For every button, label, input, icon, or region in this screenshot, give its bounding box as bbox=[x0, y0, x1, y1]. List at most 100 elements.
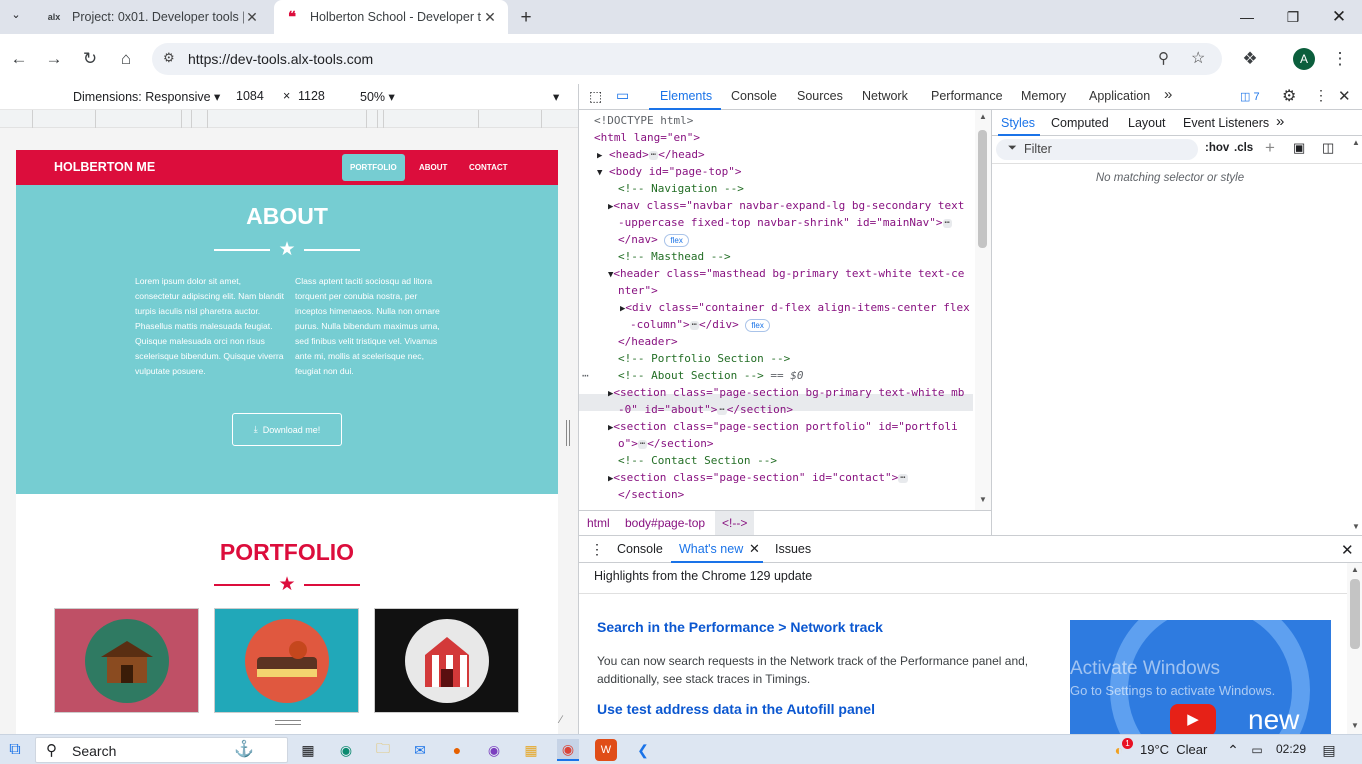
whats-new-video-thumbnail[interactable]: Activate Windows Go to Settings to activ… bbox=[1070, 620, 1331, 735]
drawer-tab-console[interactable]: Console bbox=[617, 542, 663, 556]
width-input[interactable]: 1084 bbox=[236, 89, 264, 103]
whats-new-heading-search[interactable]: Search in the Performance > Network trac… bbox=[597, 619, 883, 635]
edge-icon[interactable]: ◉ bbox=[335, 739, 357, 761]
flex-badge[interactable]: flex bbox=[664, 233, 689, 247]
device-toggle-icon[interactable]: ▭ bbox=[616, 87, 629, 104]
flex-badge[interactable]: flex bbox=[745, 318, 770, 332]
close-window-icon[interactable]: ✕ bbox=[1316, 0, 1362, 34]
portfolio-item-cake[interactable] bbox=[214, 608, 359, 713]
site-info-icon[interactable]: ⚙ bbox=[163, 50, 175, 66]
dom-comment-selected[interactable]: <!-- About Section --> == $0 bbox=[618, 368, 803, 385]
zoom-dropdown[interactable]: 50% ▾ bbox=[360, 89, 395, 104]
dom-comment[interactable]: <!-- Contact Section --> bbox=[618, 453, 777, 470]
drawer-menu-icon[interactable]: ⋮ bbox=[590, 541, 604, 558]
tab-elements[interactable]: Elements bbox=[660, 89, 712, 103]
breadcrumb-body[interactable]: body#page-top bbox=[625, 516, 705, 530]
close-drawer-icon[interactable]: ✕ bbox=[1341, 541, 1354, 559]
browser-tab-holberton[interactable]: ❝ Holberton School - Developer t ✕ bbox=[274, 0, 508, 34]
cls-toggle[interactable]: .cls bbox=[1234, 142, 1253, 154]
whats-new-heading-autofill[interactable]: Use test address data in the Autofill pa… bbox=[597, 701, 875, 717]
filter-input[interactable]: ⏷ Filter bbox=[996, 139, 1198, 160]
tab-memory[interactable]: Memory bbox=[1021, 89, 1066, 103]
taskbar-search[interactable]: ⚲ Search ⚓ bbox=[35, 737, 288, 763]
hov-toggle[interactable]: :hov bbox=[1205, 142, 1229, 154]
page-brand[interactable]: HOLBERTON ME bbox=[54, 160, 155, 174]
restore-icon[interactable]: ❐ bbox=[1270, 0, 1316, 34]
task-view-icon[interactable]: ▦ bbox=[297, 739, 319, 761]
expand-arrow-icon[interactable]: ▶ bbox=[597, 151, 602, 161]
settings-gear-icon[interactable]: ⚙ bbox=[1282, 86, 1296, 106]
resize-corner-icon[interactable]: ∕ bbox=[560, 714, 562, 726]
store-icon[interactable]: ▦ bbox=[520, 739, 542, 761]
new-rule-icon[interactable]: + bbox=[1265, 138, 1275, 158]
tab-styles[interactable]: Styles bbox=[1001, 116, 1035, 130]
close-devtools-icon[interactable]: ✕ bbox=[1338, 87, 1351, 105]
tab-network[interactable]: Network bbox=[862, 89, 908, 103]
dom-node[interactable]: ▶<section class="page-section portfolio"… bbox=[608, 419, 958, 437]
elements-scrollbar[interactable]: ▲ ▼ bbox=[975, 110, 991, 510]
portfolio-item-circus[interactable] bbox=[374, 608, 519, 713]
app-icon[interactable]: ◉ bbox=[483, 739, 505, 761]
bookmark-star-icon[interactable]: ☆ bbox=[1191, 48, 1205, 68]
start-windows-icon[interactable]: ⧉ bbox=[4, 739, 26, 761]
styles-scrollbar[interactable]: ▲ ▼ bbox=[1348, 136, 1362, 535]
media-query-ruler[interactable] bbox=[0, 110, 578, 128]
vscode-icon[interactable]: ❮ bbox=[632, 739, 654, 761]
network-icon[interactable]: ▭ bbox=[1246, 739, 1268, 761]
reload-icon[interactable]: ↻ bbox=[77, 46, 103, 72]
clock[interactable]: 02:29 bbox=[1276, 742, 1306, 756]
dom-node[interactable]: ▶ <head> ⋯ </head> bbox=[597, 147, 705, 165]
device-options-icon[interactable]: ▾ bbox=[553, 89, 559, 104]
devtools-menu-icon[interactable]: ⋮ bbox=[1314, 87, 1328, 104]
dom-node[interactable]: ▶<div class="container d-flex align-item… bbox=[620, 300, 970, 318]
portfolio-item-cabin[interactable] bbox=[54, 608, 199, 713]
tab-console[interactable]: Console bbox=[731, 89, 777, 103]
tab-event-listeners[interactable]: Event Listeners bbox=[1183, 116, 1269, 130]
paint-icon[interactable]: ▣ bbox=[1293, 140, 1305, 156]
dom-node[interactable]: ▶<section class="page-section bg-primary… bbox=[608, 385, 964, 403]
address-bar[interactable]: ⚙ https://dev-tools.alx-tools.com ⚲ ☆ bbox=[152, 43, 1222, 75]
breadcrumb-comment[interactable]: <!--> bbox=[715, 511, 755, 535]
brave-icon[interactable]: W bbox=[595, 739, 617, 761]
nav-link-portfolio[interactable]: PORTFOLIO bbox=[342, 154, 405, 181]
tab-performance[interactable]: Performance bbox=[931, 89, 1003, 103]
resize-handle-bottom[interactable] bbox=[275, 720, 301, 725]
dom-node[interactable]: <!DOCTYPE html> bbox=[594, 113, 693, 130]
drawer-tab-issues[interactable]: Issues bbox=[775, 542, 811, 556]
row-menu-icon[interactable]: ⋯ bbox=[582, 368, 589, 385]
close-whats-new-icon[interactable]: ✕ bbox=[749, 541, 760, 557]
nav-link-contact[interactable]: CONTACT bbox=[469, 163, 508, 172]
dom-node[interactable]: ▶<nav class="navbar navbar-expand-lg bg-… bbox=[608, 198, 964, 216]
new-tab-button[interactable]: + bbox=[516, 7, 536, 29]
inspect-element-icon[interactable]: ⬚ bbox=[589, 88, 602, 105]
tab-search-button[interactable]: ⌄ bbox=[6, 8, 26, 26]
close-tab-icon[interactable]: ✕ bbox=[244, 9, 260, 26]
sidebar-toggle-icon[interactable]: ◫ bbox=[1322, 140, 1334, 156]
weather-text[interactable]: 19°C Clear bbox=[1140, 742, 1207, 757]
download-button[interactable]: ⤓ Download me! bbox=[232, 413, 342, 446]
height-input[interactable]: 1128 bbox=[298, 89, 325, 103]
dimensions-dropdown[interactable]: Dimensions: Responsive ▾ bbox=[73, 89, 220, 104]
dom-node[interactable]: <html lang="en"> bbox=[594, 130, 700, 147]
notifications-icon[interactable]: ▤ bbox=[1318, 739, 1340, 761]
menu-icon[interactable]: ⋮ bbox=[1327, 46, 1353, 72]
home-icon[interactable]: ⌂ bbox=[113, 46, 139, 72]
viewport-resize-handle[interactable] bbox=[566, 420, 570, 446]
drawer-scrollbar[interactable]: ▲ ▼ bbox=[1347, 563, 1362, 735]
tray-chevron-icon[interactable]: ⌃ bbox=[1222, 739, 1244, 761]
firefox-icon[interactable]: ● bbox=[446, 739, 468, 761]
dom-node[interactable]: ▼ <body id="page-top"> bbox=[597, 164, 742, 182]
file-explorer-icon[interactable]: 🗀 bbox=[372, 739, 394, 761]
close-tab-icon[interactable]: ✕ bbox=[482, 9, 498, 26]
browser-tab-project[interactable]: alx Project: 0x01. Developer tools | ✕ bbox=[36, 0, 270, 34]
profile-avatar[interactable]: A bbox=[1293, 48, 1315, 70]
more-tabs-icon[interactable]: » bbox=[1164, 86, 1172, 103]
play-icon[interactable]: ▶ bbox=[1170, 704, 1216, 735]
tab-sources[interactable]: Sources bbox=[797, 89, 843, 103]
mail-icon[interactable]: ✉ bbox=[409, 739, 431, 761]
back-icon[interactable]: ← bbox=[6, 46, 32, 72]
dom-comment[interactable]: <!-- Navigation --> bbox=[618, 181, 744, 198]
minimize-icon[interactable]: — bbox=[1224, 0, 1270, 34]
collapse-arrow-icon[interactable]: ▼ bbox=[597, 168, 602, 178]
breadcrumb-html[interactable]: html bbox=[587, 516, 610, 530]
